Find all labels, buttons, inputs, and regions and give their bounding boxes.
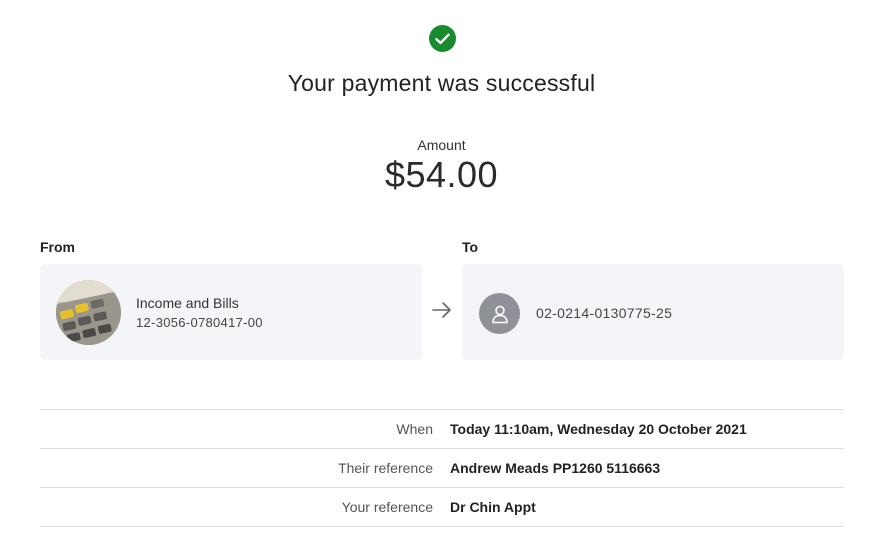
detail-value: Andrew Meads PP1260 5116663: [450, 460, 661, 476]
detail-value: Dr Chin Appt: [450, 499, 536, 515]
page-title: Your payment was successful: [287, 70, 596, 96]
check-circle-icon: [429, 25, 456, 52]
calculator-photo: [56, 280, 121, 345]
from-account-card: Income and Bills 12-3056-0780417-00: [40, 264, 422, 360]
checkmark-icon: [435, 33, 450, 44]
from-heading: From: [40, 239, 75, 255]
detail-label: When: [396, 421, 433, 437]
payment-details: When Today 11:10am, Wednesday 20 October…: [40, 409, 844, 527]
detail-value: Today 11:10am, Wednesday 20 October 2021: [450, 421, 747, 437]
calculator-image: [56, 280, 121, 345]
person-glyph: [491, 305, 508, 323]
from-account-name: Income and Bills: [136, 295, 239, 311]
detail-row-their-reference: Their reference Andrew Meads PP1260 5116…: [40, 449, 844, 488]
amount-label: Amount: [417, 137, 466, 153]
detail-row-your-reference: Your reference Dr Chin Appt: [40, 488, 844, 527]
detail-label: Their reference: [338, 460, 433, 476]
to-account-number: 02-0214-0130775-25: [536, 305, 673, 321]
amount-value: $54.00: [384, 154, 499, 195]
person-icon: [479, 293, 520, 334]
detail-label: Your reference: [341, 499, 433, 515]
detail-row-when: When Today 11:10am, Wednesday 20 October…: [40, 410, 844, 449]
to-account-card: 02-0214-0130775-25: [462, 264, 844, 360]
to-heading: To: [462, 239, 479, 255]
arrow-right-icon: [432, 302, 451, 318]
from-account-number: 12-3056-0780417-00: [136, 315, 263, 330]
